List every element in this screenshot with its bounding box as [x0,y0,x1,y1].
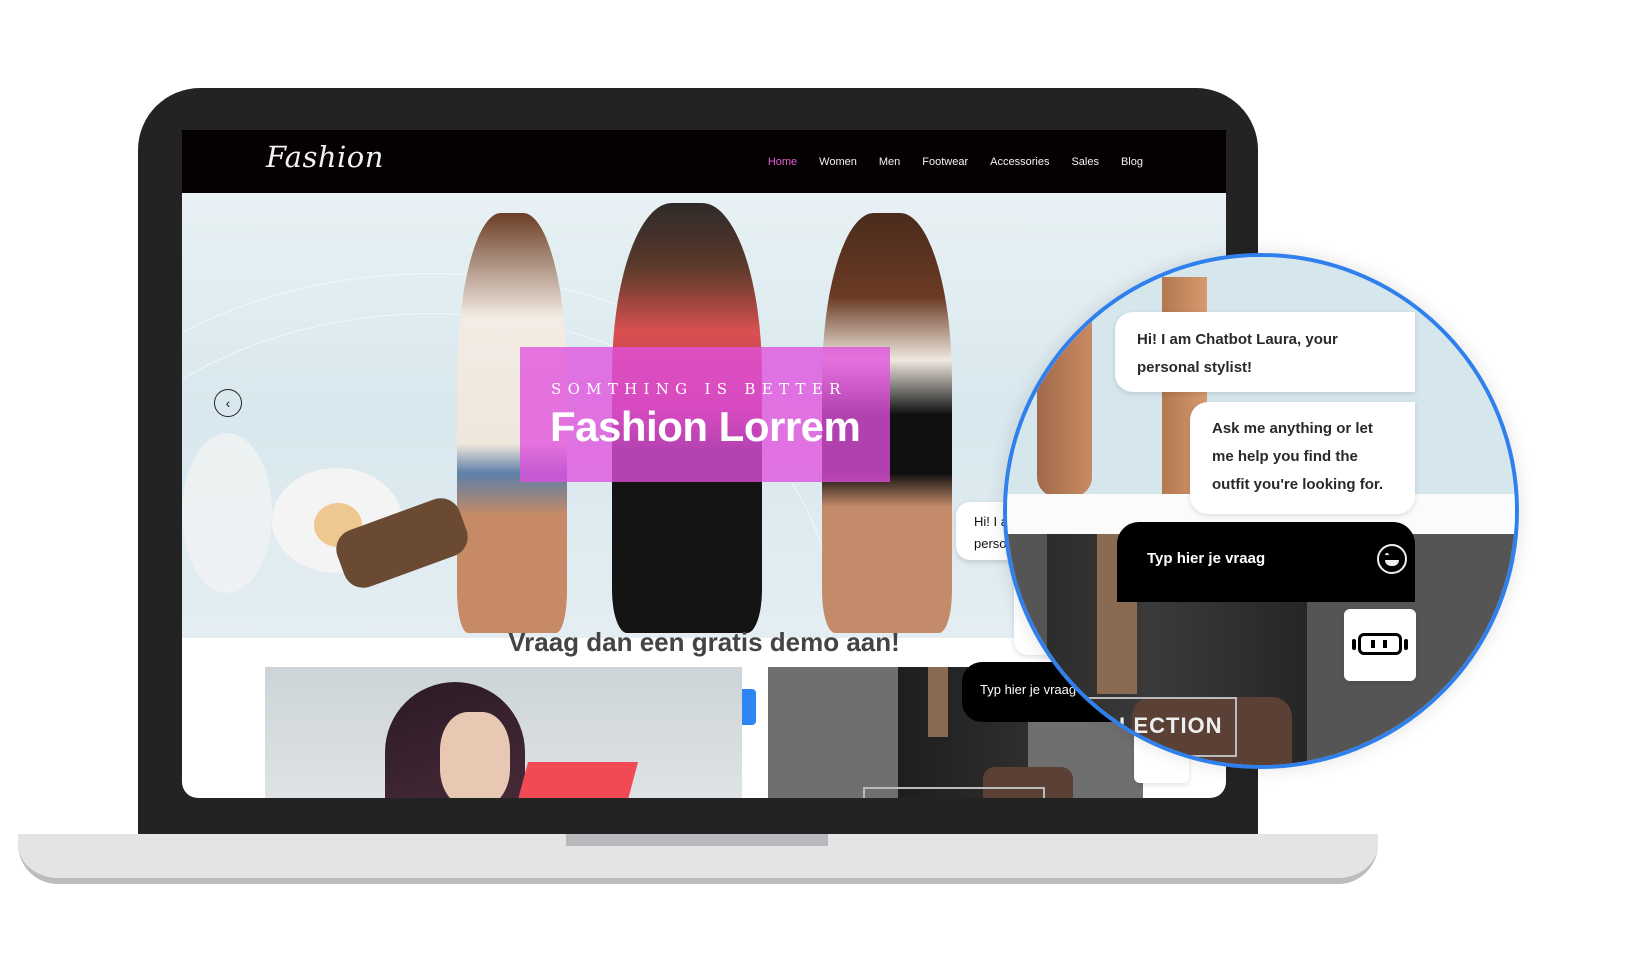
hero-title: Fashion Lorrem [550,403,861,450]
nav-item-women[interactable]: Women [819,156,857,168]
top-navigation: Fashion Home Women Men Footwear Accessor… [182,130,1226,193]
nav-item-accessories[interactable]: Accessories [990,156,1049,168]
nav-item-home[interactable]: Home [768,156,797,168]
blue-side-button[interactable] [742,689,756,725]
chatbot-zoom-magnifier: LECTION Hi! I am Chatbot Laura, your per… [1003,253,1519,769]
chat-message-line: personal stylist! [1137,359,1253,376]
model-scarf [928,667,948,737]
nav-item-sales[interactable]: Sales [1071,156,1099,168]
chat-message-line: Ask me anything or let [1212,420,1373,437]
chat-input[interactable]: Typ hier je vraag [1117,522,1415,602]
hero-banner: SOMTHING IS BETTER Fashion Lorrem [520,347,890,482]
chat-message-help: Ask me anything or let me help you find … [1190,402,1415,514]
model-jacket [511,762,639,798]
nav-item-men[interactable]: Men [879,156,900,168]
nav-item-footwear[interactable]: Footwear [922,156,968,168]
main-menu: Home Women Men Footwear Accessories Sale… [768,156,1143,168]
robot-icon-ear [1404,639,1408,650]
view-collection-button[interactable]: VIEW COLLECTION [863,787,1045,798]
site-logo[interactable]: Fashion [266,140,384,174]
magnified-view-collection-button[interactable]: LECTION [1067,697,1237,757]
chat-message-line: outfit you're looking for. [1212,476,1384,493]
robot-icon-ear [1352,639,1356,650]
chatbot-launcher-button[interactable] [1344,609,1416,681]
chevron-left-icon: ‹ [225,395,231,411]
model-face [440,712,510,798]
collection-card-women[interactable] [265,667,742,798]
chat-input-placeholder: Typ hier je vraag [1147,550,1266,567]
hero-subtitle: SOMTHING IS BETTER [551,380,847,398]
chat-message-greeting: Hi! I am Chatbot Laura, your personal st… [1115,312,1415,392]
slider-prev-button[interactable]: ‹ [214,389,242,417]
nav-item-blog[interactable]: Blog [1121,156,1143,168]
chat-message-line: me help you find the [1212,448,1358,465]
egg-decoration [182,433,272,593]
chat-message-line: Hi! I am Chatbot Laura, your [1137,331,1338,348]
magnified-model-leg [1037,257,1092,497]
robot-icon [1358,633,1402,655]
laptop-notch [566,834,828,846]
smiley-icon[interactable] [1377,544,1407,574]
